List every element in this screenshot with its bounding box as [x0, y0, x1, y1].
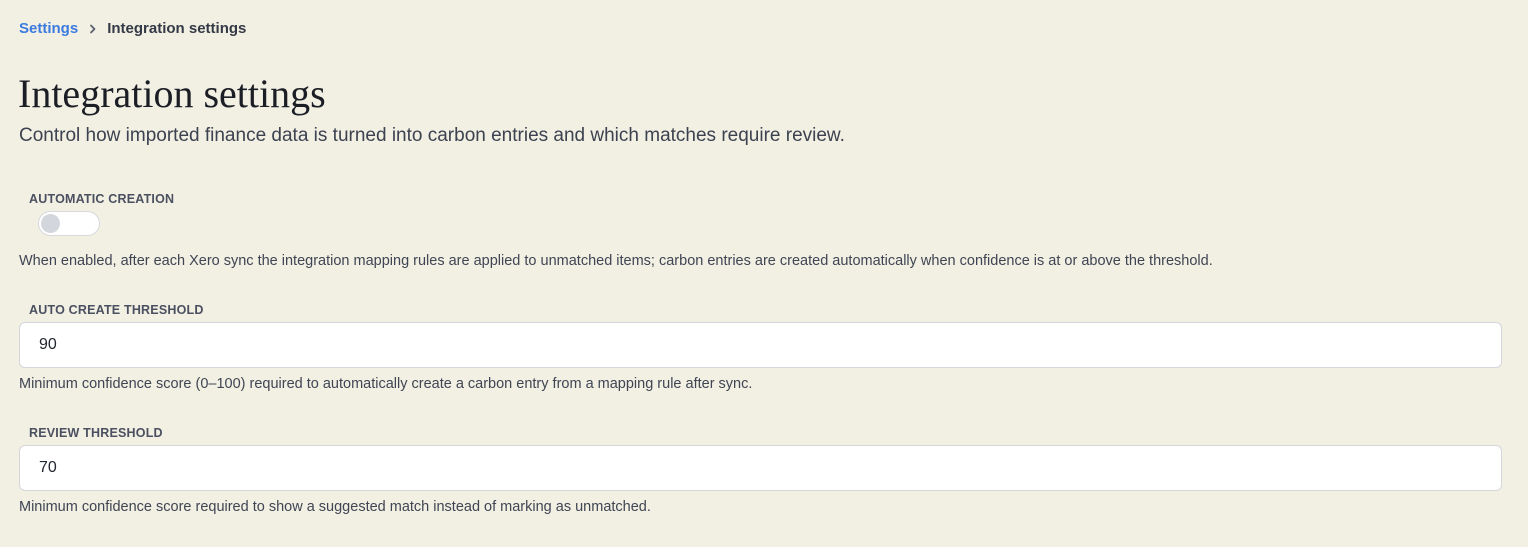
automatic-creation-help: When enabled, after each Xero sync the i…: [19, 253, 1213, 269]
review-threshold-label: REVIEW THRESHOLD: [29, 426, 163, 440]
automatic-creation-toggle[interactable]: [38, 211, 100, 236]
auto-create-threshold-input[interactable]: [19, 322, 1502, 368]
automatic-creation-label: AUTOMATIC CREATION: [29, 192, 175, 206]
breadcrumb-settings-link[interactable]: Settings: [19, 20, 78, 37]
chevron-right-icon: [89, 24, 97, 34]
page-subtitle: Control how imported finance data is tur…: [19, 125, 845, 146]
review-threshold-input[interactable]: [19, 445, 1502, 491]
review-threshold-help: Minimum confidence score required to sho…: [19, 499, 651, 515]
breadcrumb-current: Integration settings: [107, 20, 247, 37]
auto-create-threshold-help: Minimum confidence score (0–100) require…: [19, 376, 753, 392]
page-title: Integration settings: [18, 71, 326, 116]
toggle-knob: [41, 214, 60, 233]
breadcrumb: Settings Integration settings: [19, 20, 246, 37]
auto-create-threshold-label: AUTO CREATE THRESHOLD: [29, 303, 204, 317]
